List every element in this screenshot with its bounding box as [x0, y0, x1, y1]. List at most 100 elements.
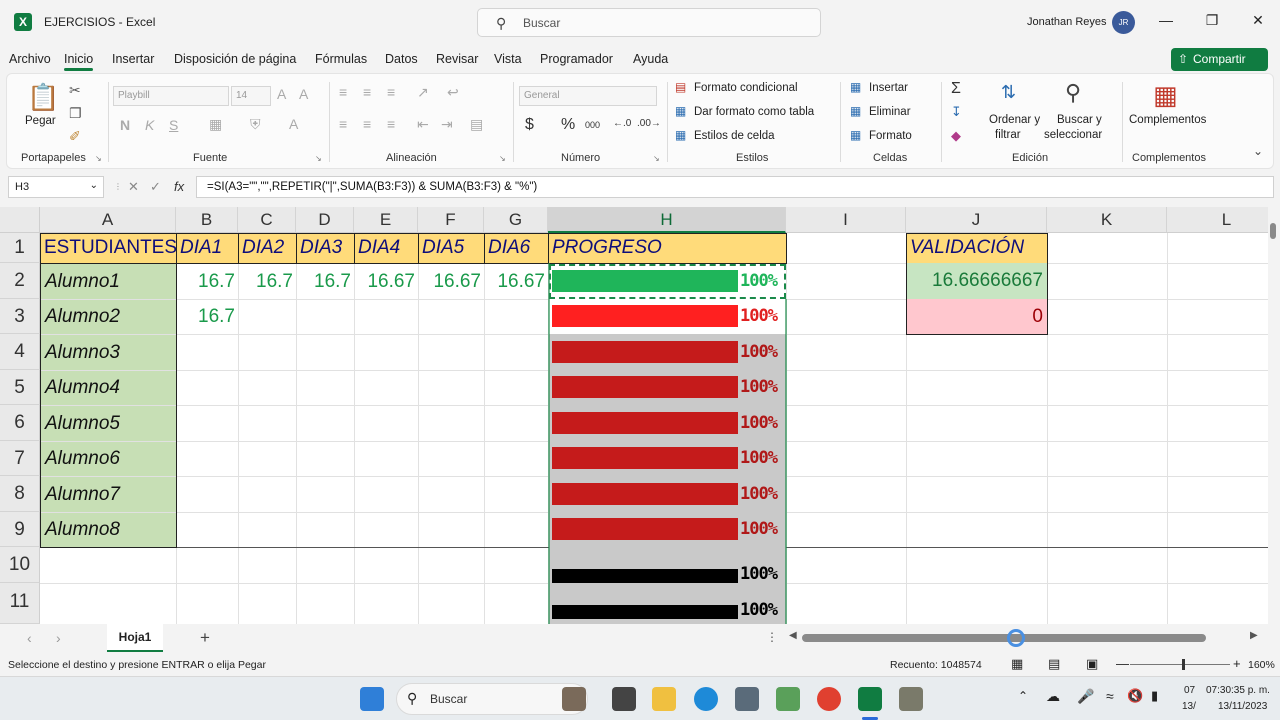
- paste-label[interactable]: Pegar: [25, 115, 56, 127]
- avatar[interactable]: JR: [1112, 11, 1135, 34]
- paste-icon[interactable]: 📋: [27, 82, 59, 113]
- header-dia4[interactable]: DIA4: [354, 233, 419, 264]
- column-header-d[interactable]: D: [296, 207, 354, 233]
- select-all-corner[interactable]: [0, 207, 40, 233]
- row-header-8[interactable]: 8: [0, 476, 40, 512]
- insert-cells-icon[interactable]: ▦: [850, 80, 861, 94]
- column-header-l[interactable]: L: [1167, 207, 1268, 233]
- cancel-icon[interactable]: ✕: [128, 179, 139, 195]
- decrease-indent-icon[interactable]: ⇤: [417, 116, 429, 133]
- wifi-icon[interactable]: ≈: [1106, 688, 1114, 704]
- chevron-up-icon[interactable]: ⌃: [1018, 689, 1028, 703]
- header-dia1[interactable]: DIA1: [176, 233, 239, 264]
- student-cell[interactable]: Alumno1: [41, 264, 176, 299]
- share-button[interactable]: ⇧ Compartir: [1171, 48, 1268, 71]
- row-header-5[interactable]: 5: [0, 370, 40, 405]
- underline-icon[interactable]: S: [169, 117, 178, 133]
- number-format-combo[interactable]: General: [519, 86, 657, 106]
- align-right-icon[interactable]: ≡: [387, 116, 395, 132]
- sheet-tab-hoja1[interactable]: Hoja1: [107, 624, 163, 652]
- column-header-f[interactable]: F: [418, 207, 484, 233]
- header-estudiantes[interactable]: ESTUDIANTES: [40, 233, 177, 264]
- header-dia2[interactable]: DIA2: [238, 233, 297, 264]
- value-cell[interactable]: 16.67: [418, 264, 484, 299]
- bold-icon[interactable]: N: [120, 117, 130, 133]
- tab-vista[interactable]: Vista: [494, 52, 522, 66]
- align-middle-icon[interactable]: ≡: [363, 84, 371, 100]
- increase-decimal-icon[interactable]: ←.0: [613, 118, 631, 129]
- tab-programador[interactable]: Programador: [540, 52, 613, 66]
- align-left-icon[interactable]: ≡: [339, 116, 347, 132]
- header-dia5[interactable]: DIA5: [418, 233, 485, 264]
- restore-icon[interactable]: ❐: [1202, 12, 1222, 29]
- cut-icon[interactable]: ✂: [69, 82, 81, 99]
- fill-color-icon[interactable]: ⛨: [250, 116, 261, 133]
- font-launcher-icon[interactable]: ↘: [315, 154, 322, 163]
- column-header-i[interactable]: I: [786, 207, 906, 233]
- row-header-6[interactable]: 6: [0, 405, 40, 441]
- zoom-in-icon[interactable]: +: [1233, 656, 1241, 671]
- font-size-combo[interactable]: 14: [231, 86, 271, 106]
- app-icon[interactable]: [562, 687, 586, 711]
- app-icon[interactable]: [899, 687, 923, 711]
- row-header-4[interactable]: 4: [0, 334, 40, 370]
- value-cell[interactable]: 16.7: [296, 264, 354, 299]
- student-cell[interactable]: Alumno7: [41, 477, 176, 512]
- task-view-icon[interactable]: [612, 687, 636, 711]
- cloud-icon[interactable]: ☁: [1046, 688, 1060, 705]
- tab-archivo[interactable]: Archivo: [9, 52, 51, 66]
- clipboard-launcher-icon[interactable]: ↘: [95, 154, 102, 163]
- format-cells-icon[interactable]: ▦: [850, 128, 861, 142]
- value-cell[interactable]: 16.67: [354, 264, 418, 299]
- header-progreso[interactable]: PROGRESO: [548, 233, 787, 264]
- tab-revisar[interactable]: Revisar: [436, 52, 478, 66]
- row-header-2[interactable]: 2: [0, 263, 40, 299]
- user-name[interactable]: Jonathan Reyes: [1027, 16, 1107, 28]
- enter-icon[interactable]: ✓: [150, 179, 161, 195]
- row-header-11[interactable]: 11: [0, 583, 40, 624]
- battery-icon[interactable]: ▮: [1151, 688, 1158, 704]
- addins-icon[interactable]: ▦: [1153, 80, 1178, 111]
- value-cell[interactable]: 16.7: [176, 300, 238, 334]
- sort-filter-label-1[interactable]: Ordenar y: [989, 114, 1040, 126]
- tab-ayuda[interactable]: Ayuda: [633, 52, 668, 66]
- chevron-down-icon[interactable]: ⌄: [90, 180, 98, 191]
- column-header-g[interactable]: G: [484, 207, 548, 233]
- copy-icon[interactable]: ❐: [69, 105, 82, 122]
- tab-insertar[interactable]: Insertar: [112, 52, 154, 66]
- column-header-j[interactable]: J: [906, 207, 1047, 233]
- sort-filter-label-2[interactable]: filtrar: [995, 129, 1021, 141]
- comma-style-icon[interactable]: 000: [585, 120, 600, 130]
- column-header-e[interactable]: E: [354, 207, 418, 233]
- edge-icon[interactable]: [694, 687, 718, 711]
- app-icon[interactable]: [776, 687, 800, 711]
- row-header-9[interactable]: 9: [0, 512, 40, 547]
- sort-filter-icon[interactable]: ⇅: [1001, 82, 1016, 103]
- tab-disposicion[interactable]: Disposición de página: [174, 52, 296, 66]
- column-header-a[interactable]: A: [40, 207, 176, 233]
- clock-date[interactable]: 13/11/2023: [1218, 701, 1267, 712]
- column-header-h[interactable]: H: [548, 207, 786, 233]
- windows-start-icon[interactable]: [360, 687, 384, 711]
- student-cell[interactable]: Alumno8: [41, 513, 176, 547]
- alignment-launcher-icon[interactable]: ↘: [499, 154, 506, 163]
- scroll-left-arrow-icon[interactable]: ◀: [789, 630, 797, 641]
- format-as-table-button[interactable]: Dar formato como tabla: [694, 106, 814, 118]
- page-layout-icon[interactable]: ▤: [1048, 656, 1060, 672]
- formula-input[interactable]: =SI(A3="","",REPETIR("|",SUMA(B3:F3)) & …: [196, 176, 1274, 198]
- merge-center-icon[interactable]: ▤: [470, 116, 483, 133]
- conditional-format-button[interactable]: Formato condicional: [694, 82, 798, 94]
- clock-time[interactable]: 07:30:35 p. m.: [1206, 685, 1270, 696]
- header-validacion[interactable]: VALIDACIÓN: [906, 233, 1048, 264]
- delete-cells-button[interactable]: Eliminar: [869, 106, 911, 118]
- insert-cells-button[interactable]: Insertar: [869, 82, 908, 94]
- cell-styles-button[interactable]: Estilos de celda: [694, 130, 775, 142]
- header-dia6[interactable]: DIA6: [484, 233, 549, 264]
- vertical-scrollbar-track[interactable]: [1268, 207, 1280, 624]
- align-top-icon[interactable]: ≡: [339, 84, 347, 100]
- number-launcher-icon[interactable]: ↘: [653, 154, 660, 163]
- increase-font-icon[interactable]: A: [277, 86, 286, 102]
- validation-cell[interactable]: 16.66666667: [906, 263, 1048, 299]
- normal-view-icon[interactable]: ▦: [1011, 656, 1023, 672]
- row-header-7[interactable]: 7: [0, 441, 40, 476]
